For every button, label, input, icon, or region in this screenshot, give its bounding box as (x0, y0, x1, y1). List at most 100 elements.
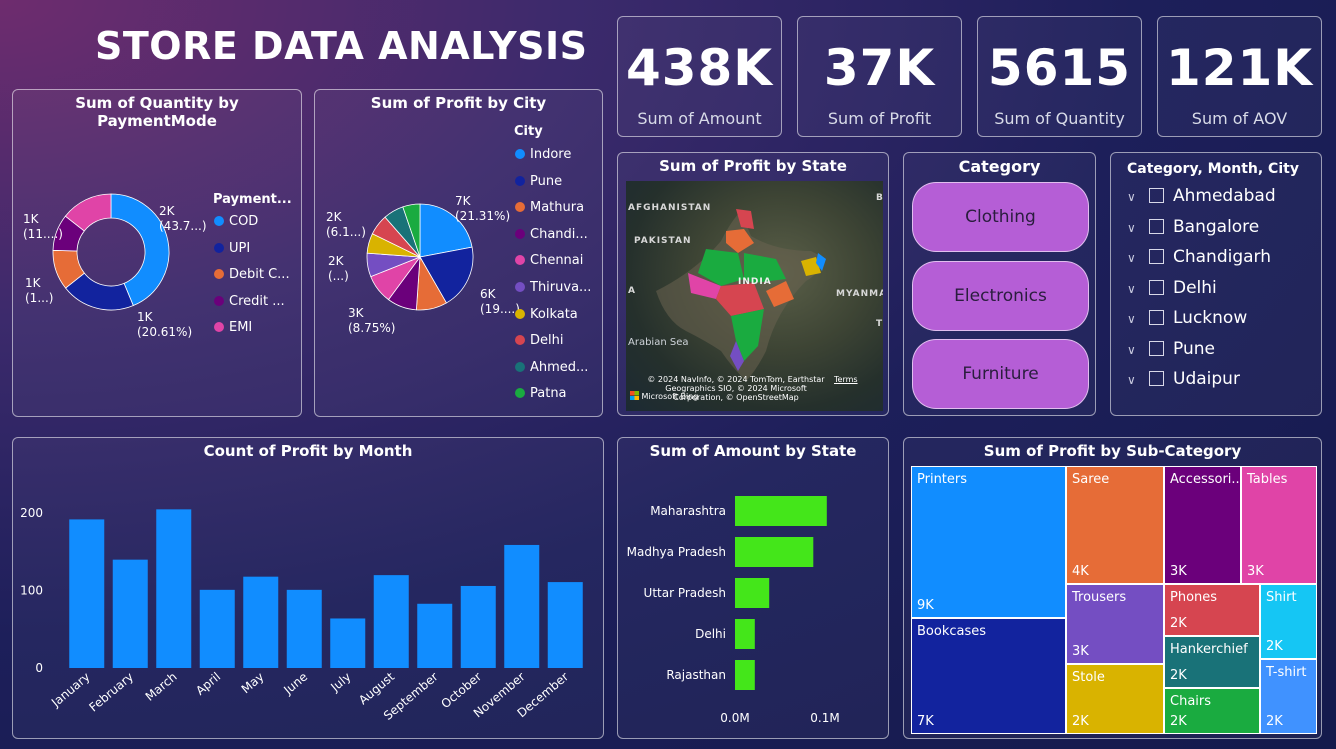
bar-january[interactable] (69, 519, 105, 668)
tile-label: Trousers (1072, 590, 1127, 605)
tile-label: Tables (1247, 472, 1288, 487)
legend-item[interactable]: Thiruva... (515, 280, 591, 295)
tile-value: 2K (1170, 616, 1187, 631)
map-view[interactable]: AFGHANISTAN PAKISTAN INDIA MYANMAR Arabi… (626, 181, 883, 411)
legend-item[interactable]: EMI (214, 320, 252, 335)
treemap-tile-tables[interactable]: Tables 3K (1241, 466, 1317, 584)
bar-december[interactable] (547, 582, 583, 668)
checkbox[interactable] (1149, 310, 1164, 325)
bar-march[interactable] (156, 509, 192, 668)
category-slicer[interactable]: Category Clothing Electronics Furniture (903, 152, 1096, 416)
column-chart[interactable]: 0100200JanuaryFebruary March April May June J… (13, 438, 603, 738)
bar-maharashtra[interactable] (735, 496, 827, 526)
checkbox[interactable] (1149, 279, 1164, 295)
bar-chart-state-panel[interactable]: Sum of Amount by State Maharashtra Madhya… (617, 437, 889, 739)
legend-item[interactable]: Indore (515, 147, 571, 162)
chevron-down-icon[interactable]: ∨ (1127, 251, 1143, 265)
category-button-clothing[interactable]: Clothing (912, 182, 1089, 252)
legend-item[interactable]: Kolkata (515, 307, 578, 322)
slicer-item-bangalore[interactable]: ∨ Bangalore (1127, 217, 1259, 237)
bar-delhi[interactable] (735, 619, 755, 649)
treemap-tile-printers[interactable]: Printers 9K (911, 466, 1066, 618)
legend-item[interactable]: Chandi... (515, 227, 588, 242)
treemap-tile-chairs[interactable]: Chairs 2K (1164, 688, 1260, 734)
slicer-item-udaipur[interactable]: ∨ Udaipur (1127, 369, 1240, 389)
checkbox[interactable] (1149, 218, 1164, 234)
bar-madhya-pradesh[interactable] (735, 537, 814, 567)
checkbox[interactable] (1149, 340, 1164, 356)
treemap-tile-saree[interactable]: Saree 4K (1066, 466, 1164, 584)
legend-item[interactable]: Patna (515, 386, 567, 401)
legend-item[interactable]: Credit ... (214, 294, 285, 309)
chart-title: Sum of Profit by City (370, 94, 547, 112)
treemap-tile-phones[interactable]: Phones 2K (1164, 584, 1260, 636)
chevron-down-icon[interactable]: ∨ (1127, 282, 1143, 296)
hierarchy-slicer[interactable]: Category, Month, City ∨ Ahmedabad ∨ Bangalo… (1110, 152, 1322, 416)
bar-october[interactable] (460, 585, 496, 668)
legend-item[interactable]: Chennai (515, 253, 583, 268)
treemap-tile-accessori-[interactable]: Accessori... 3K (1164, 466, 1241, 584)
legend-item[interactable]: Mathura (515, 200, 584, 215)
kpi-card-amount[interactable]: 438K Sum of Amount (617, 16, 782, 137)
bar-april[interactable] (199, 589, 235, 668)
kpi-card-profit[interactable]: 37K Sum of Profit (797, 16, 962, 137)
bar-may[interactable] (243, 576, 279, 668)
chevron-down-icon[interactable]: ∨ (1127, 373, 1143, 387)
treemap-tile-t-shirt[interactable]: T-shirt 2K (1260, 659, 1317, 734)
category-button-electronics[interactable]: Electronics (912, 261, 1089, 331)
treemap-panel[interactable]: Sum of Profit by Sub-Category Printers 9K… (903, 437, 1322, 739)
legend-item[interactable]: Ahmed... (515, 360, 588, 375)
treemap-tile-shirt[interactable]: Shirt 2K (1260, 584, 1317, 659)
slicer-item-chandigarh[interactable]: ∨ Chandigarh (1127, 247, 1271, 267)
checkbox[interactable] (1149, 249, 1164, 264)
slicer-item-ahmedabad[interactable]: ∨ Ahmedabad (1127, 186, 1276, 206)
checkbox[interactable] (1149, 188, 1164, 203)
data-label: 2K (6.1...) (326, 210, 366, 239)
kpi-label: Sum of Quantity (994, 109, 1125, 128)
slicer-title: Category (958, 157, 1041, 176)
donut-chart-payment-panel[interactable]: Sum of Quantity by PaymentMode 2K (43.7..… (12, 89, 302, 417)
legend-item[interactable]: Pune (515, 174, 562, 189)
kpi-card-aov[interactable]: 121K Sum of AOV (1157, 16, 1322, 137)
bar-uttar-pradesh[interactable] (735, 578, 770, 608)
slicer-item-lucknow[interactable]: ∨ Lucknow (1127, 308, 1247, 328)
bar-rajasthan[interactable] (735, 660, 755, 690)
checkbox[interactable] (1149, 371, 1164, 386)
kpi-label: Sum of Amount (637, 109, 762, 128)
legend-label: Kolkata (530, 306, 578, 322)
bar-november[interactable] (504, 544, 540, 668)
bar-chart[interactable]: Maharashtra Madhya Pradesh Uttar Pradesh De… (618, 438, 888, 738)
chevron-down-icon[interactable]: ∨ (1127, 312, 1143, 326)
map-panel[interactable]: Sum of Profit by State AFGHANISTAN PAKIS… (617, 152, 889, 416)
slicer-item-label: Bangalore (1173, 216, 1260, 237)
treemap-tile-stole[interactable]: Stole 2K (1066, 664, 1164, 734)
legend-item[interactable]: UPI (214, 241, 250, 256)
bar-july[interactable] (330, 618, 366, 668)
kpi-card-quantity[interactable]: 5615 Sum of Quantity (977, 16, 1142, 137)
legend-marker-icon (515, 388, 525, 399)
bar-february[interactable] (112, 559, 148, 668)
slicer-item-pune[interactable]: ∨ Pune (1127, 339, 1215, 359)
map-terms-link[interactable]: Terms (834, 375, 858, 384)
treemap-chart[interactable]: Printers 9K Bookcases 7K Saree 4K Accessori...… (911, 466, 1317, 734)
tile-value: 7K (917, 714, 934, 729)
slicer-item-delhi[interactable]: ∨ Delhi (1127, 278, 1217, 298)
legend-marker-icon (515, 255, 525, 266)
legend-item[interactable]: COD (214, 214, 258, 229)
treemap-tile-trousers[interactable]: Trousers 3K (1066, 584, 1164, 664)
bar-june[interactable] (286, 589, 322, 668)
category-button-furniture[interactable]: Furniture (912, 339, 1089, 409)
column-chart-month-panel[interactable]: Count of Profit by Month 0 100 200 January F… (12, 437, 604, 739)
chevron-down-icon[interactable]: ∨ (1127, 190, 1143, 204)
pie-chart-city-panel[interactable]: Sum of Profit by City 7K (21.31%) 6K (19..… (314, 89, 603, 417)
chevron-down-icon[interactable]: ∨ (1127, 343, 1143, 357)
legend-item[interactable]: Delhi (515, 333, 563, 348)
treemap-tile-hankerchief[interactable]: Hankerchief 2K (1164, 636, 1260, 688)
bar-september[interactable] (417, 603, 453, 668)
chevron-down-icon[interactable]: ∨ (1127, 221, 1143, 235)
tile-value: 4K (1072, 564, 1089, 579)
legend-item[interactable]: Debit C... (214, 267, 290, 282)
bar-august[interactable] (373, 575, 409, 668)
treemap-tile-bookcases[interactable]: Bookcases 7K (911, 618, 1066, 734)
map-label-india: INDIA (738, 277, 772, 287)
